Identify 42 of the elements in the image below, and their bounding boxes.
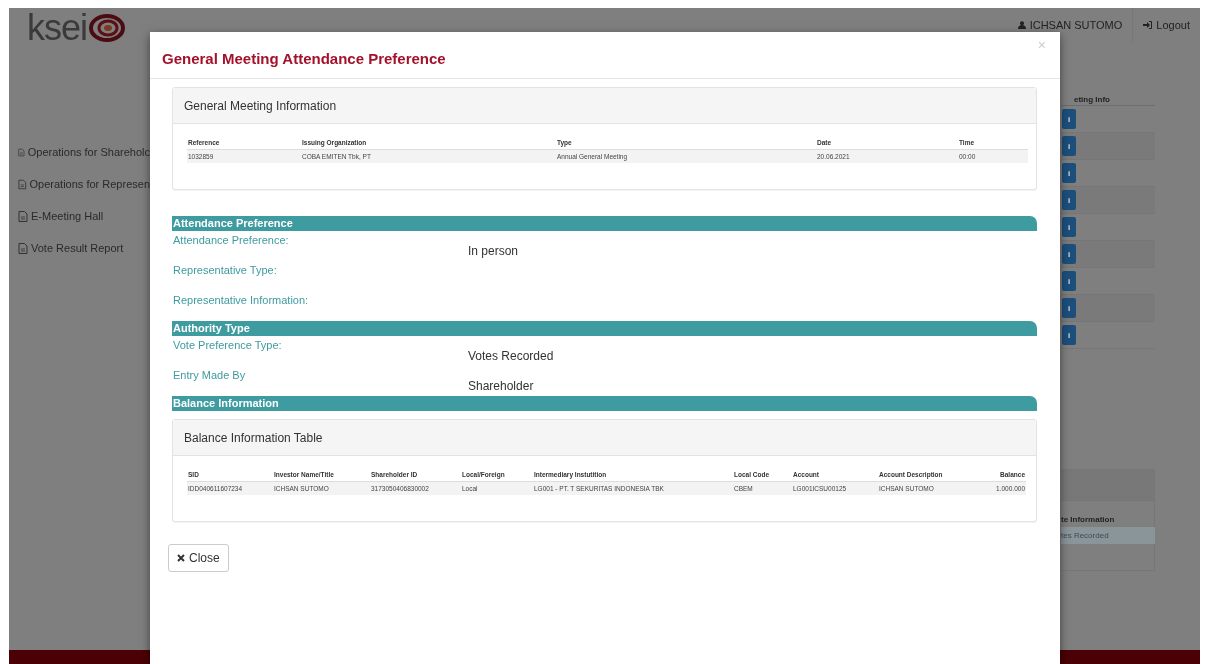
document-icon <box>18 146 25 158</box>
info-button[interactable]: i <box>1062 244 1076 264</box>
panel-title: General Meeting Information <box>184 98 337 113</box>
info-button[interactable]: i <box>1062 298 1076 318</box>
document-icon <box>18 210 28 222</box>
field-label: Representative Information: <box>173 294 309 306</box>
field-value: Shareholder <box>468 379 534 393</box>
sidebar-item[interactable]: Operations for Shareholc <box>9 136 150 168</box>
sidebar-item[interactable]: Vote Result Report <box>9 232 150 264</box>
close-button[interactable]: Close <box>168 544 229 572</box>
info-button[interactable]: i <box>1062 163 1076 183</box>
info-button[interactable]: i <box>1062 271 1076 291</box>
field-label: Vote Preference Type: <box>173 339 282 351</box>
user-icon <box>1017 21 1026 29</box>
logo-text: ksei <box>27 8 88 48</box>
sidebar-item[interactable]: E-Meeting Hall <box>9 200 150 232</box>
column-header: te Information <box>1061 515 1115 524</box>
section-header: Attendance Preference <box>172 216 1037 231</box>
sign-in-icon <box>1143 21 1153 29</box>
field-label: Entry Made By <box>173 369 246 381</box>
field-label: Attendance Preference: <box>173 234 289 246</box>
field-value: In person <box>468 244 519 258</box>
field-value: Votes Recorded <box>468 349 554 363</box>
logo-swirl-icon <box>89 13 126 43</box>
document-icon <box>18 178 27 190</box>
user-name[interactable]: ICHSAN SUTOMO <box>1029 19 1123 31</box>
sidebar-item[interactable]: Operations for Represen <box>9 168 150 200</box>
table-cell: tes Recorded <box>1061 527 1155 544</box>
field-label: Representative Type: <box>173 264 277 276</box>
info-button[interactable]: i <box>1062 325 1076 345</box>
section-header: Balance Information <box>172 396 1037 411</box>
section-header: Authority Type <box>172 321 1037 336</box>
info-button[interactable]: i <box>1062 190 1076 210</box>
info-button[interactable]: i <box>1062 109 1076 129</box>
close-icon <box>177 554 185 562</box>
document-icon <box>18 242 28 254</box>
column-header: eting Info <box>1074 94 1110 104</box>
info-button[interactable]: i <box>1062 217 1076 237</box>
logout-link[interactable]: Logout <box>1133 8 1200 42</box>
modal-title: General Meeting Attendance Preference <box>162 49 446 67</box>
info-button[interactable]: i <box>1062 136 1076 156</box>
panel-title: Balance Information Table <box>184 430 323 445</box>
